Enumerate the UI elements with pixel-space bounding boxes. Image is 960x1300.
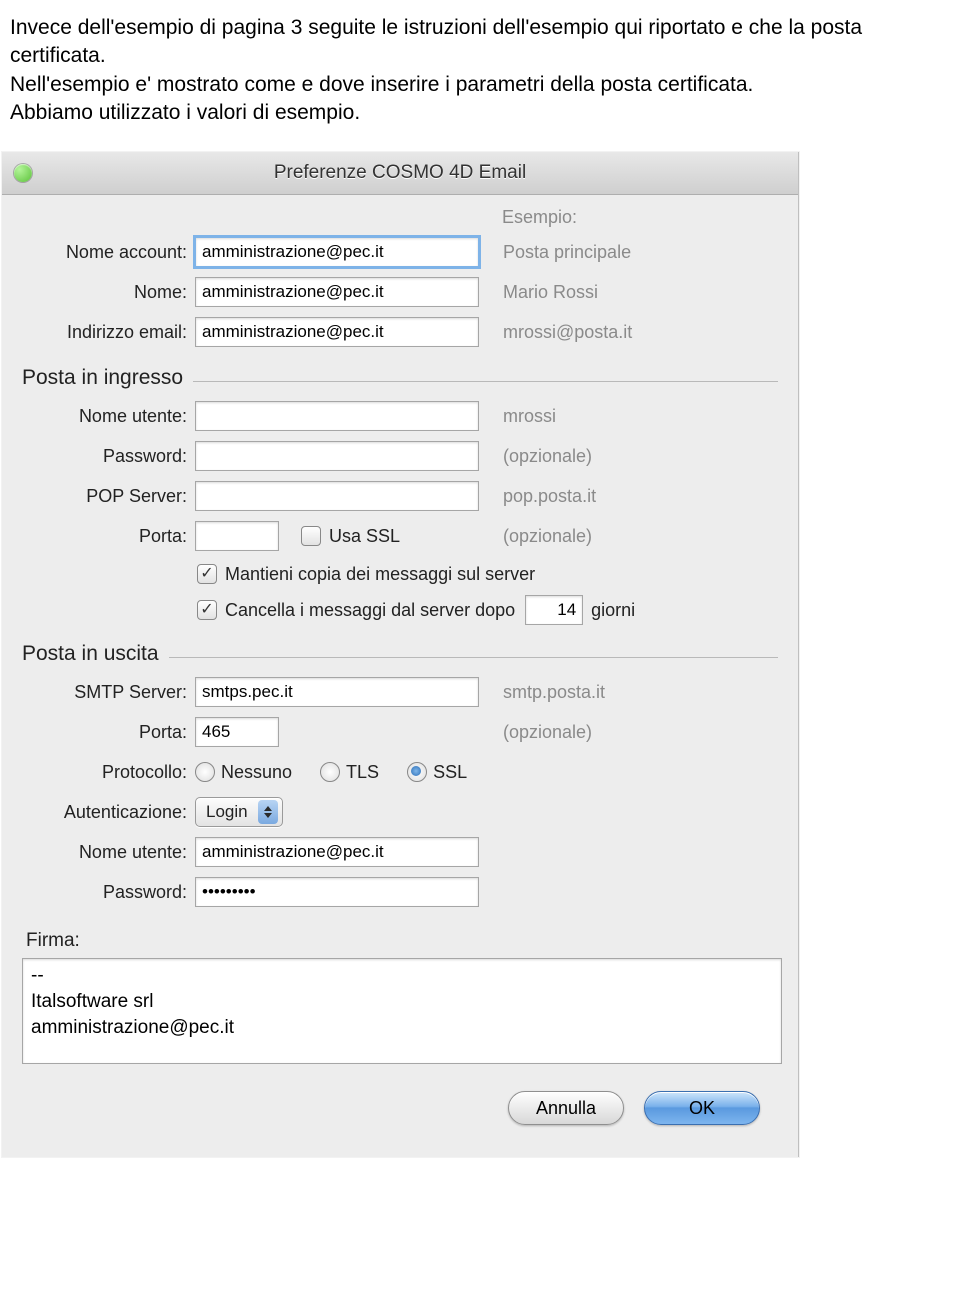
in-utente-hint: mrossi — [483, 406, 778, 427]
out-utente-input[interactable] — [195, 837, 479, 867]
in-password-hint: (opzionale) — [483, 446, 778, 467]
in-utente-label: Nome utente: — [22, 406, 195, 427]
nome-input[interactable] — [195, 277, 479, 307]
in-utente-input[interactable] — [195, 401, 479, 431]
firma-textarea[interactable] — [22, 958, 782, 1064]
cancella-pre-label: Cancella i messaggi dal server dopo — [225, 600, 515, 621]
smtp-input[interactable] — [195, 677, 479, 707]
out-password-input[interactable] — [195, 877, 479, 907]
titlebar: Preferenze COSMO 4D Email — [2, 152, 798, 195]
cancella-checkbox[interactable] — [197, 600, 217, 620]
example-header: Esempio: — [22, 207, 778, 228]
in-password-label: Password: — [22, 446, 195, 467]
out-utente-label: Nome utente: — [22, 842, 195, 863]
usa-ssl-label: Usa SSL — [329, 526, 400, 547]
usa-ssl-checkbox[interactable] — [301, 526, 321, 546]
indirizzo-input[interactable] — [195, 317, 479, 347]
doc-line-3: Abbiamo utilizzato i valori di esempio. — [10, 101, 360, 124]
window-title: Preferenze COSMO 4D Email — [2, 162, 798, 184]
nome-account-hint: Posta principale — [483, 242, 778, 263]
proto-tls-radio[interactable] — [320, 762, 340, 782]
cancel-button[interactable]: Annulla — [508, 1091, 624, 1125]
proto-none-radio[interactable] — [195, 762, 215, 782]
in-porta-input[interactable] — [195, 521, 279, 551]
pop-input[interactable] — [195, 481, 479, 511]
ok-button[interactable]: OK — [644, 1091, 760, 1125]
out-porta-label: Porta: — [22, 722, 195, 743]
nome-account-label: Nome account: — [22, 242, 195, 263]
doc-line-1: Invece dell'esempio di pagina 3 seguite … — [10, 16, 862, 67]
pop-hint: pop.posta.it — [483, 486, 778, 507]
doc-line-2: Nell'esempio e' mostrato come e dove ins… — [10, 73, 753, 96]
section-ingresso: Posta in ingresso — [22, 366, 778, 390]
auth-popup[interactable]: Login — [195, 797, 283, 827]
in-porta-label: Porta: — [22, 526, 195, 547]
popup-arrows-icon — [258, 800, 278, 824]
proto-tls-label: TLS — [346, 762, 379, 783]
pop-label: POP Server: — [22, 486, 195, 507]
instruction-text: Invece dell'esempio di pagina 3 seguite … — [0, 0, 960, 137]
divider — [193, 381, 778, 382]
cancella-post-label: giorni — [591, 600, 635, 621]
nome-hint: Mario Rossi — [483, 282, 778, 303]
section-ingresso-title: Posta in ingresso — [22, 366, 193, 390]
indirizzo-hint: mrossi@posta.it — [483, 322, 778, 343]
smtp-hint: smtp.posta.it — [483, 682, 778, 703]
mantieni-label: Mantieni copia dei messaggi sul server — [225, 564, 535, 585]
cancella-days-input[interactable] — [525, 595, 583, 625]
smtp-label: SMTP Server: — [22, 682, 195, 703]
mantieni-checkbox[interactable] — [197, 564, 217, 584]
out-porta-input[interactable] — [195, 717, 279, 747]
proto-none-label: Nessuno — [221, 762, 292, 783]
section-uscita-title: Posta in uscita — [22, 642, 169, 666]
out-porta-hint: (opzionale) — [483, 722, 778, 743]
protocollo-label: Protocollo: — [22, 762, 195, 783]
in-porta-hint: (opzionale) — [483, 526, 778, 547]
firma-label: Firma: — [22, 930, 778, 952]
auth-label: Autenticazione: — [22, 802, 195, 823]
nome-label: Nome: — [22, 282, 195, 303]
section-uscita: Posta in uscita — [22, 642, 778, 666]
divider — [169, 657, 778, 658]
out-password-label: Password: — [22, 882, 195, 903]
indirizzo-label: Indirizzo email: — [22, 322, 195, 343]
preferences-window: Preferenze COSMO 4D Email Esempio: Nome … — [2, 152, 799, 1157]
auth-value: Login — [206, 802, 248, 822]
nome-account-input[interactable] — [195, 237, 479, 267]
proto-ssl-radio[interactable] — [407, 762, 427, 782]
proto-ssl-label: SSL — [433, 762, 467, 783]
in-password-input[interactable] — [195, 441, 479, 471]
